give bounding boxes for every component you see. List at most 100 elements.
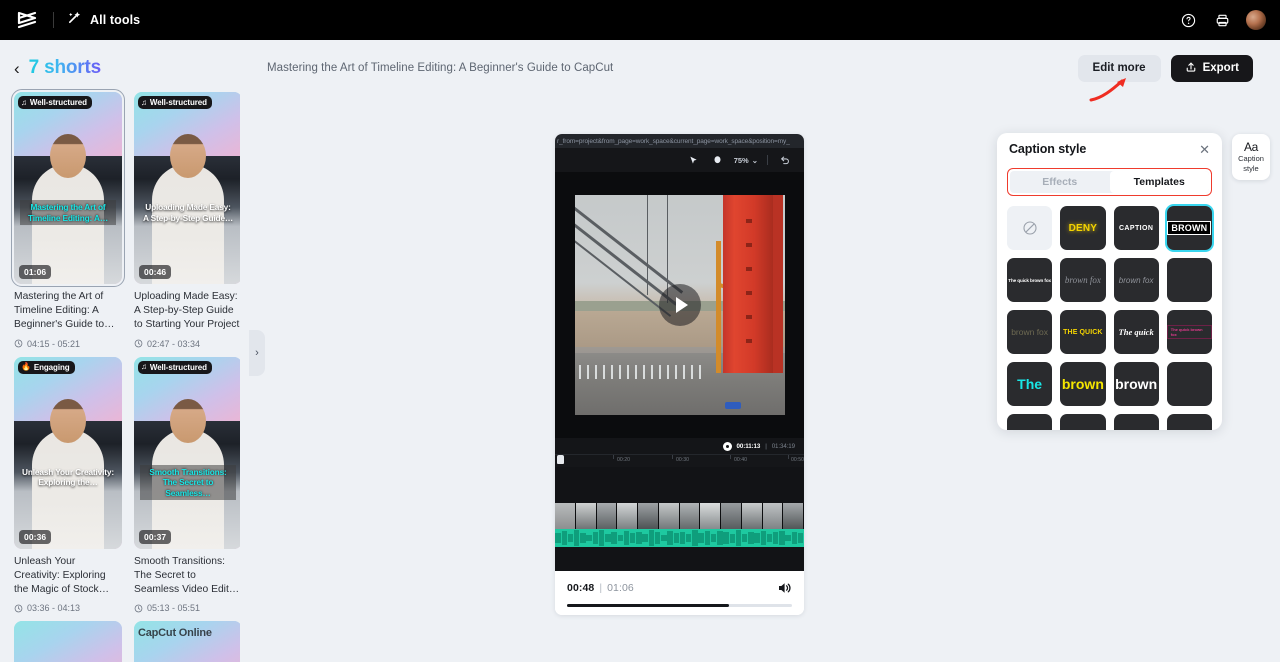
player-stage xyxy=(555,172,804,438)
player-controls-row: 00:48 | 01:06 xyxy=(567,580,792,596)
template-the-quick[interactable]: THE QUICK xyxy=(1060,310,1105,354)
list-item[interactable]: CapCut Online ♫ Well-structured Masterin… xyxy=(14,92,122,349)
duration-badge: 00:37 xyxy=(139,530,171,544)
playback-time-separator: | xyxy=(599,582,602,594)
template-blank-5[interactable] xyxy=(1114,414,1159,430)
zoom-level-selector[interactable]: 75% ⌄ xyxy=(734,156,758,165)
record-icon[interactable] xyxy=(723,442,732,451)
list-item[interactable]: CapCut Online ♫ Well-structured Uploadin… xyxy=(134,92,240,349)
caption-style-side-button[interactable]: Aa Caption style xyxy=(1232,134,1270,180)
playhead-handle[interactable] xyxy=(557,455,564,464)
template-label: BROWN xyxy=(1167,221,1211,235)
music-note-icon: ♫ xyxy=(141,99,147,107)
capcut-logo-icon[interactable] xyxy=(14,7,40,33)
list-item[interactable]: CapCut Online ♫ Well-structured Smooth T… xyxy=(134,357,240,614)
timeline-body[interactable] xyxy=(555,467,804,571)
undo-icon[interactable] xyxy=(777,153,792,168)
export-button[interactable]: Export xyxy=(1171,55,1253,82)
all-tools-button[interactable]: All tools xyxy=(67,10,140,30)
divider xyxy=(767,155,768,165)
template-brown-white[interactable]: brown xyxy=(1114,362,1159,406)
ruler-tick: 00:50 xyxy=(791,457,804,463)
tab-templates[interactable]: Templates xyxy=(1110,171,1210,193)
chevron-left-icon[interactable]: ‹ xyxy=(14,60,20,77)
pointer-tool-icon[interactable] xyxy=(686,153,701,168)
help-circle-icon[interactable] xyxy=(1178,10,1198,30)
template-blank-1[interactable] xyxy=(1167,258,1212,302)
list-item[interactable]: 🔥 Engaging Unleash Your Creativity: Expl… xyxy=(14,357,122,614)
template-the-cyan[interactable]: The xyxy=(1007,362,1052,406)
list-item-range: 04:15 - 05:21 xyxy=(14,339,122,349)
short-thumbnail[interactable]: CapCut Online ♫ Well-structured Smooth T… xyxy=(134,357,240,549)
template-brown-fox-italic-2[interactable]: brown fox xyxy=(1114,258,1159,302)
template-none[interactable] xyxy=(1007,206,1052,250)
frame-pylon-secondary xyxy=(773,195,783,373)
tab-effects[interactable]: Effects xyxy=(1010,171,1110,193)
list-item[interactable]: CapCut Online xyxy=(134,621,240,662)
list-item-range: 02:47 - 03:34 xyxy=(134,339,240,349)
template-label: The xyxy=(1017,376,1042,392)
range-label: 04:15 - 05:21 xyxy=(27,339,80,349)
timeline-video-track[interactable] xyxy=(555,503,804,529)
user-avatar[interactable] xyxy=(1246,10,1266,30)
template-blank-6[interactable] xyxy=(1167,414,1212,430)
short-thumbnail[interactable] xyxy=(14,621,122,662)
fire-icon: 🔥 xyxy=(21,363,31,371)
sidebar-collapse-handle[interactable]: › xyxy=(249,330,265,376)
range-label: 02:47 - 03:34 xyxy=(147,339,200,349)
template-pink-outline[interactable]: The quick brown fox xyxy=(1167,310,1212,354)
template-caption[interactable]: CAPTION xyxy=(1114,206,1159,250)
play-button[interactable] xyxy=(659,284,701,326)
main-header: Mastering the Art of Timeline Editing: A… xyxy=(253,46,1267,90)
template-brown[interactable]: BROWN xyxy=(1167,206,1212,250)
timeline-audio-track[interactable] xyxy=(555,529,804,547)
template-brown-fox-italic[interactable]: brown fox xyxy=(1060,258,1105,302)
timeline-current-time: 00:11:13 xyxy=(737,443,761,450)
short-thumbnail[interactable]: CapCut Online ♫ Well-structured Uploadin… xyxy=(134,92,240,284)
edit-more-button[interactable]: Edit more xyxy=(1078,55,1161,82)
template-blank-3[interactable] xyxy=(1007,414,1052,430)
template-blank-2[interactable] xyxy=(1167,362,1212,406)
no-style-icon xyxy=(1022,220,1038,236)
short-thumbnail[interactable]: CapCut Online xyxy=(134,621,240,662)
list-item-title: Unleash Your Creativity: Exploring the M… xyxy=(14,555,122,598)
caption-style-header: Caption style ✕ xyxy=(997,133,1222,165)
caption-style-tabs-highlight: Effects Templates xyxy=(1007,168,1212,196)
thumb-head xyxy=(50,399,86,443)
chevron-right-icon: › xyxy=(255,347,259,359)
thumb-head xyxy=(50,134,86,178)
play-icon xyxy=(676,297,688,313)
list-item-range: 03:36 - 04:13 xyxy=(14,603,122,613)
template-label: The quick xyxy=(1119,327,1154,337)
chevron-down-icon: ⌄ xyxy=(752,156,758,165)
top-bar: All tools xyxy=(0,0,1280,40)
hand-tool-icon[interactable] xyxy=(710,153,725,168)
timeline-ruler[interactable]: 00:20 00:30 00:40 00:50 xyxy=(555,454,804,467)
ruler-tick: 00:20 xyxy=(617,457,630,463)
video-frame xyxy=(575,195,785,415)
duration-badge: 00:36 xyxy=(19,530,51,544)
template-the-quick-italic[interactable]: The quick xyxy=(1114,310,1159,354)
thumb-head xyxy=(170,399,206,443)
close-x-icon[interactable]: ✕ xyxy=(1199,143,1210,156)
list-item-title: Uploading Made Easy: A Step-by-Step Guid… xyxy=(134,290,240,333)
short-thumbnail[interactable]: 🔥 Engaging Unleash Your Creativity: Expl… xyxy=(14,357,122,549)
thumb-caption-overlay: Uploading Made Easy: A Step-by-Step Guid… xyxy=(140,200,236,225)
template-quick-brown-fox[interactable]: The quick brown fox xyxy=(1007,258,1052,302)
speaker-on-icon[interactable] xyxy=(776,580,792,596)
playback-progress-bar[interactable] xyxy=(567,604,792,607)
clock-icon xyxy=(134,339,143,348)
template-label: brown fox xyxy=(1119,276,1154,285)
printer-icon[interactable] xyxy=(1212,10,1232,30)
caption-style-panel: Caption style ✕ Effects Templates DENY C… xyxy=(997,133,1222,430)
status-badge: ♫ Well-structured xyxy=(138,361,212,374)
template-brown-yellow[interactable]: brown xyxy=(1060,362,1105,406)
all-tools-label: All tools xyxy=(90,13,140,27)
short-thumbnail[interactable]: CapCut Online ♫ Well-structured Masterin… xyxy=(14,92,122,284)
panel-title: Caption style xyxy=(1009,142,1086,156)
template-blank-4[interactable] xyxy=(1060,414,1105,430)
duration-badge: 01:06 xyxy=(19,265,51,279)
template-deny[interactable]: DENY xyxy=(1060,206,1105,250)
list-item[interactable] xyxy=(14,621,122,662)
template-brown-fox-tan[interactable]: brown fox xyxy=(1007,310,1052,354)
